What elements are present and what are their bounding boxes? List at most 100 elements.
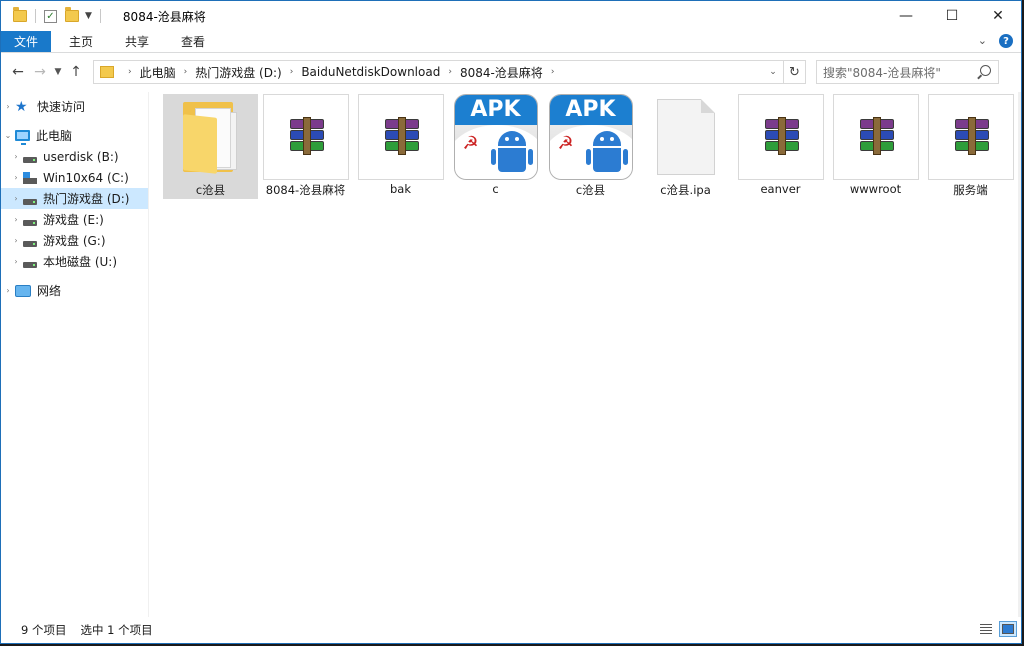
status-bar: 9 个项目 选中 1 个项目	[1, 617, 1021, 643]
expand-ribbon-icon[interactable]: ⌄	[978, 34, 987, 48]
file-name: c沧县	[195, 183, 226, 197]
help-icon[interactable]: ?	[999, 34, 1013, 48]
main-content: › ★ 快速访问 ⌄ 此电脑 › userdisk (B:) › Win10x6…	[1, 92, 1021, 617]
sidebar-item-label: Win10x64 (C:)	[43, 170, 129, 185]
chevron-right-icon[interactable]: ›	[9, 194, 23, 203]
apk-label: APK	[454, 95, 537, 125]
breadcrumb-this-pc[interactable]: 此电脑	[140, 64, 176, 81]
hammer-sickle-icon: ☭	[462, 133, 479, 154]
android-robot-icon	[490, 131, 533, 177]
file-tile[interactable]: c沧县	[163, 94, 258, 199]
chevron-right-icon[interactable]: ›	[551, 67, 555, 77]
file-tile[interactable]: c沧县.ipa	[638, 94, 733, 199]
computer-icon	[15, 130, 30, 145]
breadcrumb-drive-d[interactable]: 热门游戏盘 (D:)	[195, 64, 281, 81]
chevron-right-icon[interactable]: ›	[1, 286, 15, 295]
file-name: bak	[389, 182, 411, 196]
sidebar-item-network[interactable]: › 网络	[1, 280, 148, 301]
chevron-right-icon[interactable]: ›	[1, 102, 15, 111]
file-name: c沧县	[575, 183, 606, 197]
sidebar-item-label: 游戏盘 (E:)	[43, 213, 104, 227]
sidebar-item-this-pc[interactable]: ⌄ 此电脑	[1, 125, 148, 146]
file-tile[interactable]: eanver	[733, 94, 828, 199]
navigation-pane: › ★ 快速访问 ⌄ 此电脑 › userdisk (B:) › Win10x6…	[1, 92, 149, 617]
chevron-right-icon[interactable]: ›	[9, 215, 23, 224]
sidebar-item-drive-u[interactable]: › 本地磁盘 (U:)	[1, 251, 148, 272]
file-name: eanver	[760, 182, 801, 196]
tab-home[interactable]: 主页	[55, 31, 107, 52]
chevron-right-icon[interactable]: ›	[9, 257, 23, 266]
up-arrow-icon[interactable]: ↑	[65, 61, 87, 83]
file-tile[interactable]: 服务端	[923, 94, 1018, 199]
new-folder-icon[interactable]	[65, 7, 79, 22]
sidebar-item-label: 本地磁盘 (U:)	[43, 255, 118, 269]
search-icon[interactable]	[980, 65, 991, 76]
file-explorer-window: ✓ ▼ 8084-沧县麻将 — ☐ ✕ 文件 主页 共享 查看 ⌄ ? ← → …	[0, 0, 1022, 644]
sidebar-item-drive-b[interactable]: › userdisk (B:)	[1, 146, 148, 167]
refresh-icon[interactable]: ↻	[783, 61, 805, 83]
breadcrumb-baidu-download[interactable]: BaiduNetdiskDownload	[301, 65, 440, 79]
address-bar[interactable]: › 此电脑 › 热门游戏盘 (D:) › BaiduNetdiskDownloa…	[93, 60, 806, 84]
back-arrow-icon[interactable]: ←	[7, 61, 29, 83]
file-tile[interactable]: 8084-沧县麻将	[258, 94, 353, 199]
tab-share[interactable]: 共享	[111, 31, 163, 52]
vertical-scrollbar[interactable]	[1018, 92, 1021, 617]
sidebar-item-drive-e[interactable]: › 游戏盘 (E:)	[1, 209, 148, 230]
properties-checkbox-icon[interactable]: ✓	[44, 9, 57, 23]
chevron-right-icon[interactable]: ›	[9, 236, 23, 245]
drive-icon	[23, 261, 37, 268]
forward-arrow-icon[interactable]: →	[29, 61, 51, 83]
recent-locations-dropdown-icon[interactable]: ▼	[51, 61, 65, 83]
details-view-icon	[980, 624, 992, 634]
chevron-right-icon[interactable]: ›	[448, 67, 452, 77]
toolbar-divider	[99, 9, 101, 23]
chevron-right-icon[interactable]: ›	[290, 67, 294, 77]
network-icon	[15, 284, 31, 297]
tab-file[interactable]: 文件	[1, 31, 51, 52]
chevron-right-icon[interactable]: ›	[9, 173, 23, 182]
sidebar-item-drive-d[interactable]: › 热门游戏盘 (D:)	[1, 188, 148, 209]
sidebar-item-label: 此电脑	[36, 129, 73, 143]
android-robot-icon	[585, 131, 628, 177]
toolbar-divider	[35, 9, 36, 23]
close-button[interactable]: ✕	[975, 1, 1021, 31]
ribbon-tabs: 文件 主页 共享 查看 ⌄ ?	[1, 31, 1021, 53]
star-icon: ★	[15, 98, 28, 115]
search-input[interactable]: 搜索"8084-沧县麻将"	[816, 60, 999, 84]
maximize-button[interactable]: ☐	[929, 1, 975, 31]
file-tile[interactable]: wwwroot	[828, 94, 923, 199]
sidebar-item-drive-g[interactable]: › 游戏盘 (G:)	[1, 230, 148, 251]
minimize-button[interactable]: —	[883, 1, 929, 31]
rar-archive-icon	[286, 117, 326, 155]
file-tile[interactable]: APK ☭ c沧县	[543, 94, 638, 199]
file-name: 服务端	[953, 183, 988, 197]
drive-icon	[23, 219, 37, 226]
large-icons-view-button[interactable]	[999, 621, 1017, 637]
chevron-right-icon[interactable]: ›	[128, 67, 132, 77]
address-history-dropdown-icon[interactable]: ⌄	[763, 67, 783, 77]
chevron-right-icon[interactable]: ›	[184, 67, 188, 77]
title-bar: ✓ ▼ 8084-沧县麻将 — ☐ ✕	[1, 1, 1021, 31]
tab-view[interactable]: 查看	[167, 31, 219, 52]
sidebar-item-quick-access[interactable]: › ★ 快速访问	[1, 96, 148, 117]
navigation-bar: ← → ▼ ↑ › 此电脑 › 热门游戏盘 (D:) › BaiduNetdis…	[1, 53, 1021, 91]
apk-label: APK	[549, 95, 632, 125]
breadcrumb-current-folder[interactable]: 8084-沧县麻将	[460, 64, 543, 81]
rar-archive-icon	[856, 117, 896, 155]
file-tile[interactable]: APK ☭ c	[448, 94, 543, 199]
hammer-sickle-icon: ☭	[557, 133, 574, 154]
customize-toolbar-dropdown-icon[interactable]: ▼	[85, 11, 92, 21]
large-icons-view-icon	[1002, 624, 1014, 634]
drive-icon	[23, 240, 37, 247]
window-title: 8084-沧县麻将	[122, 9, 206, 24]
sidebar-item-label: userdisk (B:)	[43, 149, 119, 164]
details-view-button[interactable]	[977, 621, 995, 637]
file-tile[interactable]: bak	[353, 94, 448, 199]
folder-icon[interactable]	[13, 7, 27, 22]
file-name: c沧县.ipa	[660, 183, 711, 197]
chevron-right-icon[interactable]: ›	[9, 152, 23, 161]
sidebar-item-label: 热门游戏盘 (D:)	[43, 192, 130, 206]
sidebar-item-drive-c[interactable]: › Win10x64 (C:)	[1, 167, 148, 188]
drive-icon	[23, 156, 37, 163]
chevron-down-icon[interactable]: ⌄	[1, 131, 15, 140]
